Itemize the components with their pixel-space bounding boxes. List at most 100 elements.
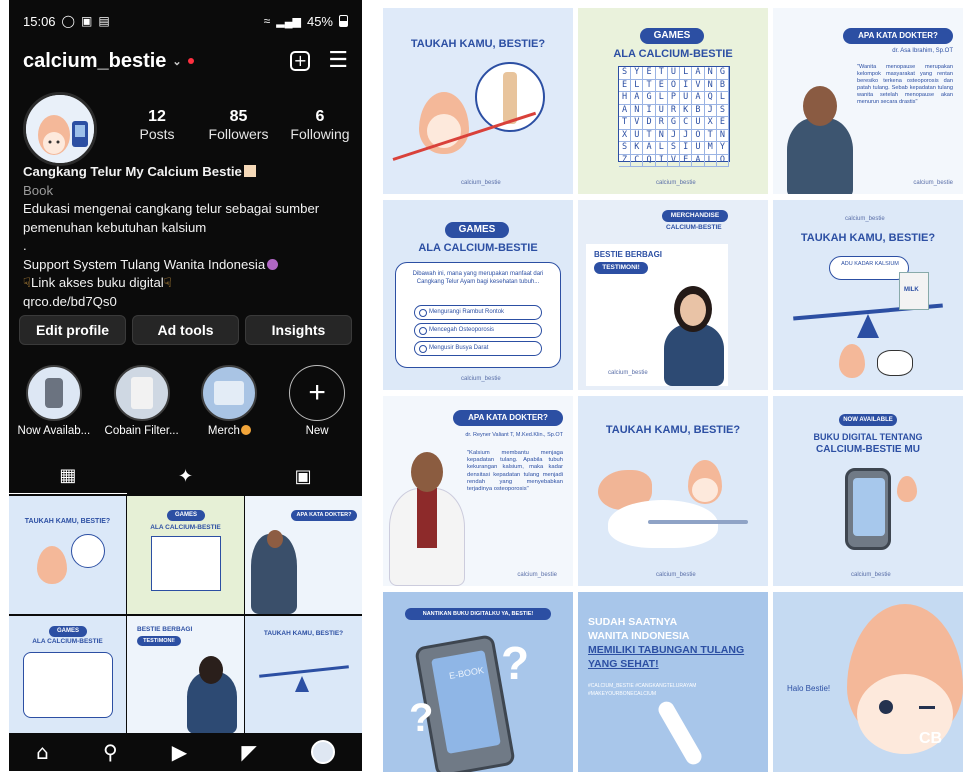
quiz-option[interactable]: Mencegah Osteoporosis (414, 323, 542, 338)
account-switcher[interactable]: calcium_bestie ⌄ (23, 50, 194, 73)
word-grid-cell: N (704, 79, 717, 92)
word-grid-cell: U (680, 92, 693, 105)
post-apa-kata-dokter-2[interactable]: APA KATA DOKTER? dr. Reyner Valiant T, M… (383, 396, 573, 586)
question-mark-icon: ? (409, 696, 434, 740)
highlight-cover (113, 365, 170, 421)
phone-post-taukah[interactable]: TAUKAH KAMU, BESTIE? (9, 496, 126, 614)
word-grid-cell: A (692, 67, 705, 80)
post-title: TAUKAH KAMU, BESTIE? (24, 518, 111, 525)
highlight-new[interactable]: + New (276, 365, 358, 437)
post-handle: calcium_bestie (656, 572, 696, 578)
post-games-word-search[interactable]: GAMES ALA CALCIUM-BESTIE SYETULANGELTEOI… (578, 8, 768, 194)
edit-profile-button[interactable]: Edit profile (19, 315, 126, 345)
post-taukah-kamu[interactable]: TAUKAH KAMU, BESTIE? calcium_bestie (383, 8, 573, 194)
post-handle: calcium_bestie (913, 180, 953, 186)
doctor-name: dr. Asa Ibrahim, Sp.OT (892, 48, 953, 54)
post-pill: GAMES (640, 28, 704, 44)
phone-post-testimoni[interactable]: BESTIE BERBAGI TESTIMONI! (127, 616, 244, 734)
word-grid-cell: A (643, 142, 656, 155)
create-post-icon[interactable]: + (290, 51, 311, 71)
phone-post-adu-kadar[interactable]: TAUKAH KAMU, BESTIE? (245, 616, 362, 734)
highlight-merch[interactable]: Merch (189, 365, 271, 437)
highlight-label: Now Availab... (17, 425, 91, 437)
doctor-face (267, 530, 283, 548)
post-pill: NANTIKAN BUKU DIGITALKU YA, BESTIE! (405, 608, 551, 620)
post-pill: GAMES (49, 626, 87, 637)
post-testimoni-merch[interactable]: MERCHANDISE CALCIUM-BESTIE BESTIE BERBAG… (578, 200, 768, 390)
word-grid-cell: A (692, 154, 705, 167)
insights-button[interactable]: Insights (245, 315, 352, 345)
word-search-grid: SYETULANGELTEOIVNBHAGLPUAQLANIURKBJSTVDR… (618, 66, 730, 167)
post-sudah-saatnya[interactable]: SUDAH SAATNYA WANITA INDONESIA MEMILIKI … (578, 592, 768, 772)
search-icon[interactable]: ⚲ (103, 740, 118, 764)
menu-icon[interactable]: ☰ (328, 50, 348, 72)
tab-posts-grid[interactable]: ▦ (9, 458, 127, 494)
merch-thumbnail-icon (214, 381, 245, 405)
profile-nav-avatar[interactable] (310, 740, 335, 764)
word-grid-cell: V (631, 117, 644, 130)
quiz-option[interactable]: Mengusir Busya Darat (414, 341, 542, 356)
post-subtitle: ALA CALCIUM-BESTIE (613, 48, 733, 60)
word-grid-cell: G (643, 92, 656, 105)
egg-character-icon (37, 546, 67, 584)
tab-tagged[interactable]: ▣ (244, 458, 362, 494)
instagram-profile-screen: 15:06 ◯ ▣ ▤ ≈ ▂▄▆ 45% calcium_bestie ⌄ +… (9, 0, 362, 771)
stat-value: 12 (148, 108, 166, 125)
phone-post-games[interactable]: GAMES ALA CALCIUM-BESTIE (127, 496, 244, 614)
doctor-quote: "Kalsium membantu menjaga kepadatan tula… (467, 450, 563, 493)
word-grid-cell: I (643, 104, 656, 117)
word-grid-cell: T (643, 79, 656, 92)
profile-stats: 12 Posts 85 Followers 6 Following (127, 108, 350, 142)
word-grid-cell: B (716, 79, 729, 92)
word-grid-cell: U (692, 142, 705, 155)
reels-icon[interactable]: ▶ (172, 740, 187, 764)
bio-link[interactable]: qrco.de/bd7Qs0 (23, 293, 350, 312)
ad-tools-button[interactable]: Ad tools (132, 315, 239, 345)
stat-followers[interactable]: 85 Followers (209, 108, 269, 142)
profile-header: calcium_bestie ⌄ + ☰ (23, 44, 348, 78)
stat-following[interactable]: 6 Following (290, 108, 350, 142)
word-grid-cell: U (655, 104, 668, 117)
highlight-label: Merch (207, 425, 240, 437)
word-grid-cell: L (716, 92, 729, 105)
doctor-photo (787, 118, 853, 194)
word-grid-cell: E (655, 79, 668, 92)
bone-magnifier-icon (71, 534, 105, 568)
signal-icon: ▂▄▆ (276, 15, 301, 28)
post-adu-kadar-kalsium[interactable]: calcium_bestie TAUKAH KAMU, BESTIE? ADU … (773, 200, 963, 390)
profile-avatar[interactable] (23, 92, 97, 166)
shop-icon[interactable]: ◤ (241, 740, 256, 764)
plus-icon: + (289, 365, 346, 421)
phone-post-apa-kata-dokter[interactable]: APA KATA DOKTER? (245, 496, 362, 614)
quiz-option[interactable]: Mengurangi Rambut Rontok (414, 305, 542, 320)
post-title: SUDAH SAATNYA (588, 616, 678, 628)
word-grid-cell: O (716, 154, 729, 167)
post-taukah-eggshell[interactable]: TAUKAH KAMU, BESTIE? calcium_bestie (578, 396, 768, 586)
tab-reels[interactable]: ✦ (127, 458, 245, 494)
bio-line: . (23, 238, 27, 253)
word-grid-cell: Q (704, 92, 717, 105)
post-nantikan-ebook[interactable]: NANTIKAN BUKU DIGITALKU YA, BESTIE! E-BO… (383, 592, 573, 772)
display-name: Cangkang Telur My Calcium Bestie (23, 164, 242, 179)
post-handle: calcium_bestie (656, 180, 696, 186)
highlight-cobain-filter[interactable]: Cobain Filter... (101, 365, 183, 437)
filter-thumbnail-icon (130, 377, 153, 409)
post-games-quiz[interactable]: GAMES ALA CALCIUM-BESTIE Dibawah ini, ma… (383, 200, 573, 390)
post-halo-bestie[interactable]: Halo Bestie! CB (773, 592, 963, 772)
post-handle: calcium_bestie (517, 572, 557, 578)
word-grid-cell: X (704, 117, 717, 130)
post-now-available[interactable]: NOW AVAILABLE BUKU DIGITAL TENTANG CALCI… (773, 396, 963, 586)
word-grid-cell: G (716, 67, 729, 80)
doctor-face (411, 452, 443, 492)
phone-post-games-quiz[interactable]: GAMES ALA CALCIUM-BESTIE (9, 616, 126, 734)
home-icon[interactable]: ⌂ (36, 740, 49, 764)
word-grid-cell: K (631, 142, 644, 155)
post-subtitle: ALA CALCIUM-BESTIE (418, 242, 538, 254)
post-apa-kata-dokter-1[interactable]: APA KATA DOKTER? dr. Asa Ibrahim, Sp.OT … (773, 8, 963, 194)
stat-posts[interactable]: 12 Posts (127, 108, 187, 142)
post-pill: NOW AVAILABLE (839, 414, 897, 426)
stat-value: 6 (315, 108, 325, 125)
speech-bubble: ADU KADAR KALSIUM (829, 256, 909, 280)
bone-icon (655, 698, 705, 768)
highlight-now-available[interactable]: Now Availab... (13, 365, 95, 437)
